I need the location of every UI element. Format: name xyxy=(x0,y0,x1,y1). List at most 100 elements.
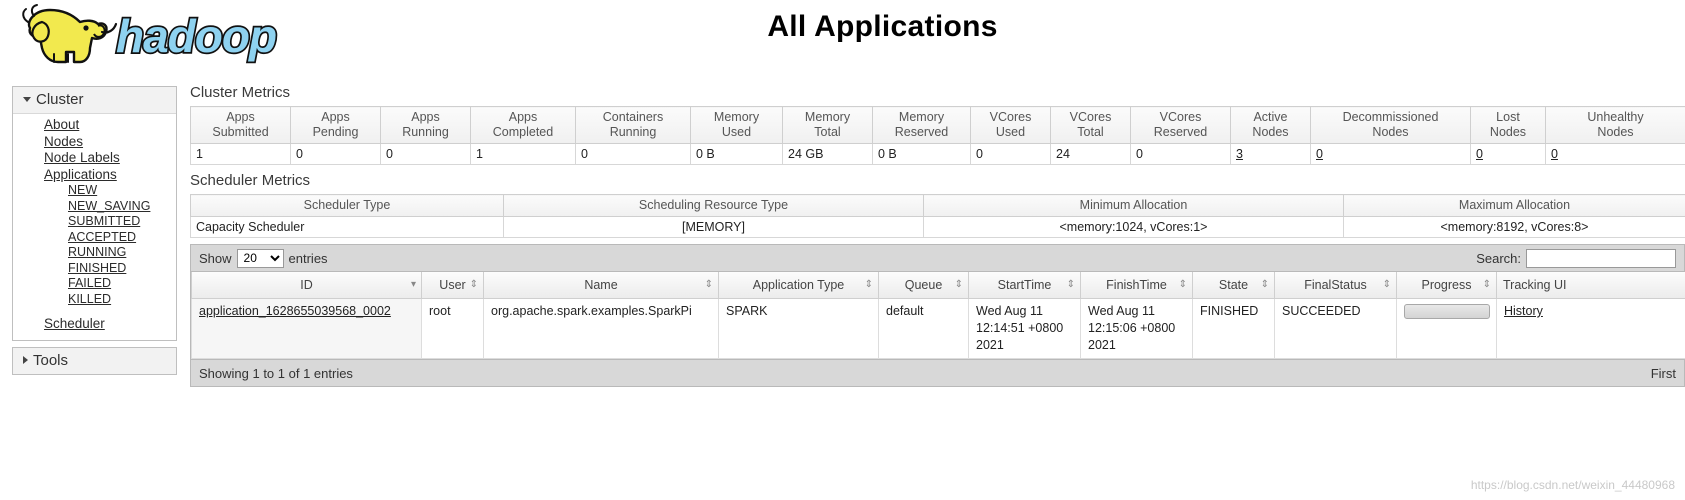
val-lost-nodes: 0 xyxy=(1470,143,1546,165)
application-id-link[interactable]: application_1628655039568_0002 xyxy=(199,304,391,318)
val-containers-running: 0 xyxy=(575,143,691,165)
active-nodes-link[interactable]: 3 xyxy=(1236,147,1243,161)
sidebar-item-new[interactable]: NEW xyxy=(13,183,176,199)
lost-nodes-link[interactable]: 0 xyxy=(1476,147,1483,161)
cell-finalstatus: SUCCEEDED xyxy=(1274,298,1397,359)
th-state[interactable]: State ⇕ xyxy=(1192,272,1275,299)
th-application-type[interactable]: Application Type ⇕ xyxy=(718,272,879,299)
watermark: https://blog.csdn.net/weixin_44480968 xyxy=(1470,478,1675,492)
sidebar-item-finished[interactable]: FINISHED xyxy=(13,261,176,277)
val-apps-pending: 0 xyxy=(290,143,381,165)
col-scheduler-type: Scheduler Type xyxy=(190,194,504,217)
page-length-control: Show 20 50 100 entries xyxy=(199,248,328,268)
cell-progress xyxy=(1396,298,1497,359)
val-memory-used: 0 B xyxy=(690,143,783,165)
sidebar-item-killed[interactable]: KILLED xyxy=(13,292,176,308)
page-length-select[interactable]: 20 50 100 xyxy=(236,248,284,268)
sidebar-cluster-header[interactable]: Cluster xyxy=(13,87,176,114)
cluster-metrics-table: Apps Submitted Apps Pending Apps Running Ap… xyxy=(190,106,1685,165)
applications-header-row: ID ▾ User ⇕ Name ⇕ Application Type ⇕ Queue ⇕… xyxy=(191,272,1685,299)
cell-id: application_1628655039568_0002 xyxy=(191,298,422,359)
sidebar-item-running[interactable]: RUNNING xyxy=(13,245,176,261)
cell-finishtime: Wed Aug 11 12:15:06 +0800 2021 xyxy=(1080,298,1193,359)
datatable-paginate-first[interactable]: First xyxy=(1651,366,1676,381)
sort-both-icon: ⇕ xyxy=(1382,279,1391,290)
col-vcores-used: VCores Used xyxy=(970,106,1051,144)
th-finalstatus[interactable]: FinalStatus ⇕ xyxy=(1274,272,1397,299)
sort-both-icon: ⇕ xyxy=(1260,279,1269,290)
th-tracking-ui[interactable]: Tracking UI xyxy=(1496,272,1685,299)
cell-starttime: Wed Aug 11 12:14:51 +0800 2021 xyxy=(968,298,1081,359)
sidebar-item-applications[interactable]: Applications xyxy=(13,167,176,184)
col-apps-running: Apps Running xyxy=(380,106,471,144)
val-vcores-reserved: 0 xyxy=(1130,143,1231,165)
sidebar-item-failed[interactable]: FAILED xyxy=(13,276,176,292)
sidebar-item-submitted[interactable]: SUBMITTED xyxy=(13,214,176,230)
datatable-footer: Showing 1 to 1 of 1 entries First xyxy=(191,359,1684,386)
col-maximum-allocation: Maximum Allocation xyxy=(1343,194,1685,217)
val-apps-completed: 1 xyxy=(470,143,576,165)
table-row: application_1628655039568_0002 root org.… xyxy=(191,298,1685,359)
yarn-resourcemanager-page: hadoop All Applications Cluster About No… xyxy=(0,0,1685,500)
cell-application-type: SPARK xyxy=(718,298,879,359)
decommissioned-nodes-link[interactable]: 0 xyxy=(1316,147,1323,161)
sidebar-tools-header[interactable]: Tools xyxy=(13,347,176,374)
page-title: All Applications xyxy=(767,10,998,43)
applications-table: ID ▾ User ⇕ Name ⇕ Application Type ⇕ Queue ⇕… xyxy=(191,272,1685,359)
val-vcores-total: 24 xyxy=(1050,143,1131,165)
th-user[interactable]: User ⇕ xyxy=(421,272,484,299)
sidebar-item-scheduler[interactable]: Scheduler xyxy=(13,316,176,333)
col-decommissioned-nodes: Decommissioned Nodes xyxy=(1310,106,1471,144)
caret-right-icon xyxy=(23,355,28,364)
sidebar-panel-cluster: Cluster About Nodes Node Labels Applicat… xyxy=(12,86,177,341)
col-active-nodes: Active Nodes xyxy=(1230,106,1311,144)
sidebar-item-accepted[interactable]: ACCEPTED xyxy=(13,230,176,246)
cell-state: FINISHED xyxy=(1192,298,1275,359)
col-memory-total: Memory Total xyxy=(782,106,873,144)
val-scheduling-resource-type: [MEMORY] xyxy=(503,216,924,238)
sidebar-item-about[interactable]: About xyxy=(13,117,176,134)
th-progress[interactable]: Progress ⇕ xyxy=(1396,272,1497,299)
th-queue[interactable]: Queue ⇕ xyxy=(878,272,969,299)
sidebar-cluster-label: Cluster xyxy=(36,91,84,108)
unhealthy-nodes-link[interactable]: 0 xyxy=(1551,147,1558,161)
col-unhealthy-nodes: Unhealthy Nodes xyxy=(1545,106,1685,144)
search-input[interactable] xyxy=(1526,248,1676,268)
th-starttime[interactable]: StartTime ⇕ xyxy=(968,272,1081,299)
col-minimum-allocation: Minimum Allocation xyxy=(923,194,1344,217)
sidebar-item-nodes[interactable]: Nodes xyxy=(13,134,176,151)
col-lost-nodes: Lost Nodes xyxy=(1470,106,1546,144)
caret-down-icon xyxy=(23,96,31,102)
search-label: Search: xyxy=(1476,250,1521,266)
tracking-ui-link[interactable]: History xyxy=(1504,304,1543,318)
cell-name: org.apache.spark.examples.SparkPi xyxy=(483,298,719,359)
val-memory-reserved: 0 B xyxy=(872,143,971,165)
sidebar-tools-label: Tools xyxy=(33,351,69,369)
val-minimum-allocation: <memory:1024, vCores:1> xyxy=(923,216,1344,238)
col-scheduling-resource-type: Scheduling Resource Type xyxy=(503,194,924,217)
th-id[interactable]: ID ▾ xyxy=(191,272,422,299)
th-name[interactable]: Name ⇕ xyxy=(483,272,719,299)
col-vcores-reserved: VCores Reserved xyxy=(1130,106,1231,144)
sidebar-item-node-labels[interactable]: Node Labels xyxy=(13,150,176,167)
sidebar-item-new-saving[interactable]: NEW_SAVING xyxy=(13,199,176,215)
val-vcores-used: 0 xyxy=(970,143,1051,165)
scheduler-metrics-data-row: Capacity Scheduler [MEMORY] <memory:1024… xyxy=(190,216,1685,238)
main-content: Cluster Metrics Apps Submitted Apps Pendin… xyxy=(190,84,1685,387)
val-scheduler-type: Capacity Scheduler xyxy=(190,216,504,238)
cell-tracking-ui: History xyxy=(1496,298,1685,359)
sort-both-icon: ⇕ xyxy=(1482,279,1491,290)
search-control: Search: xyxy=(1476,248,1676,268)
th-finishtime[interactable]: FinishTime ⇕ xyxy=(1080,272,1193,299)
scheduler-metrics-title: Scheduler Metrics xyxy=(190,172,311,189)
val-memory-total: 24 GB xyxy=(782,143,873,165)
col-vcores-total: VCores Total xyxy=(1050,106,1131,144)
val-maximum-allocation: <memory:8192, vCores:8> xyxy=(1343,216,1685,238)
show-label: Show xyxy=(199,250,232,266)
sidebar-cluster-body: About Nodes Node Labels Applications NEW… xyxy=(13,114,176,340)
sidebar-panel-tools: Tools xyxy=(12,346,177,375)
col-apps-submitted: Apps Submitted xyxy=(190,106,291,144)
val-decommissioned-nodes: 0 xyxy=(1310,143,1471,165)
col-memory-reserved: Memory Reserved xyxy=(872,106,971,144)
